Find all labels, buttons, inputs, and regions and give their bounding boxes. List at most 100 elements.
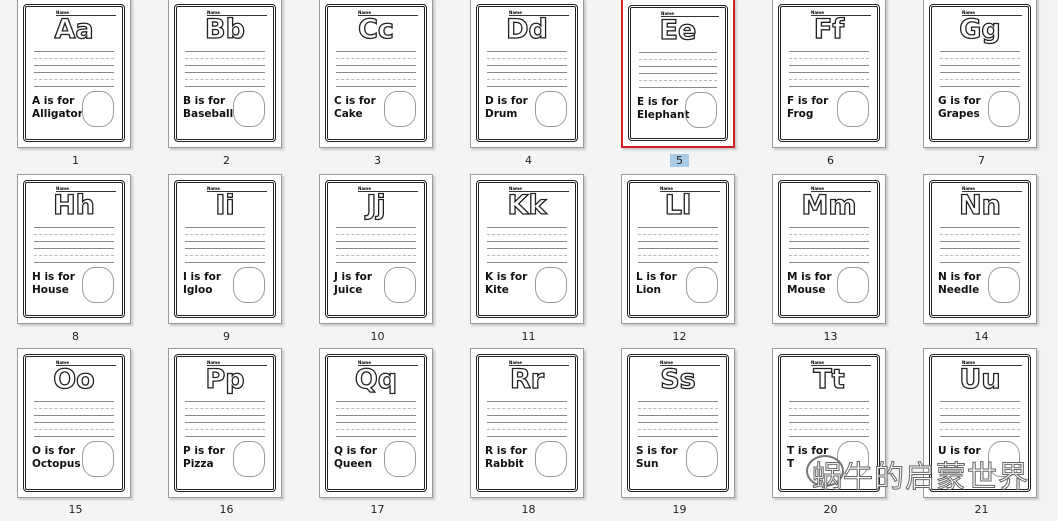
page-preview[interactable]: Name Mm M is for Mouse [772, 174, 886, 324]
worksheet-border: Name Qq Q is for Queen [325, 354, 427, 492]
page-number[interactable]: 14 [906, 330, 1057, 343]
illustration-icon [233, 267, 265, 303]
page-number[interactable]: 12 [604, 330, 755, 343]
caption-word: Sun [636, 458, 659, 470]
letter-pair: Qq [354, 364, 398, 395]
caption-line: P is for [183, 445, 225, 457]
caption: N is for Needle [938, 271, 981, 297]
page-preview[interactable]: Name Qq Q is for Queen [319, 348, 433, 498]
page-preview[interactable]: Name Nn N is for Needle [923, 174, 1037, 324]
page-number[interactable]: 18 [453, 503, 604, 516]
caption-word: Igloo [183, 284, 213, 296]
caption-line: Q is for [334, 445, 378, 457]
caption-line: J is for [334, 271, 373, 283]
caption: S is for Sun [636, 445, 678, 471]
page-preview[interactable]: Name Ii I is for Igloo [168, 174, 282, 324]
illustration-icon [233, 441, 265, 477]
page-preview[interactable]: Name Ss S is for Sun [621, 348, 735, 498]
worksheet-border: Name Nn N is for Needle [929, 180, 1031, 318]
caption: M is for Mouse [787, 271, 832, 297]
letter-pair: Pp [205, 364, 245, 395]
caption-line: L is for [636, 271, 677, 283]
illustration-icon [82, 441, 114, 477]
page-preview[interactable]: Name Oo O is for Octopus [17, 348, 131, 498]
tracing-lines [34, 401, 114, 437]
caption: Q is for Queen [334, 445, 377, 471]
caption-line: S is for [636, 445, 678, 457]
caption-word: Pizza [183, 458, 214, 470]
tracing-lines [336, 401, 416, 437]
caption-word: Kite [485, 284, 509, 296]
page-number[interactable]: 8 [0, 330, 151, 343]
worksheet-border: Name Rr R is for Rabbit [476, 354, 578, 492]
illustration-icon [535, 441, 567, 477]
caption-line: O is for [32, 445, 76, 457]
page-thumbnail-16[interactable]: Name Pp P is for Pizza 16 [151, 0, 302, 516]
page-thumbnail-20[interactable]: Name Tt T is for T 20 [755, 0, 906, 516]
page-preview[interactable]: Name Ll L is for Lion [621, 174, 735, 324]
caption-line: H is for [32, 271, 75, 283]
caption-word: Juice [334, 284, 363, 296]
illustration-icon [384, 267, 416, 303]
page-number[interactable]: 15 [0, 503, 151, 516]
page-preview[interactable]: Name Pp P is for Pizza [168, 348, 282, 498]
letter-pair: Oo [53, 364, 96, 395]
page-number[interactable]: 16 [151, 503, 302, 516]
page-preview[interactable]: Name Kk K is for Kite [470, 174, 584, 324]
page-number[interactable]: 11 [453, 330, 604, 343]
caption-word: Lion [636, 284, 661, 296]
illustration-icon [82, 267, 114, 303]
letter-pair: Tt [813, 364, 846, 395]
worksheet-border: Name Hh H is for House [23, 180, 125, 318]
caption-line: I is for [183, 271, 222, 283]
tracing-lines [940, 227, 1020, 263]
caption-word: Needle [938, 284, 980, 296]
worksheet-border: Name Jj J is for Juice [325, 180, 427, 318]
caption-word: House [32, 284, 69, 296]
page-thumbnail-15[interactable]: Name Oo O is for Octopus 15 [0, 0, 151, 516]
caption: K is for Kite [485, 271, 527, 297]
page-thumbnail-19[interactable]: Name Ss S is for Sun 19 [604, 0, 755, 516]
tracing-lines [34, 227, 114, 263]
worksheet-border: Name Ll L is for Lion [627, 180, 729, 318]
page-thumbnail-17[interactable]: Name Qq Q is for Queen 17 [302, 0, 453, 516]
page-number[interactable]: 9 [151, 330, 302, 343]
caption: L is for Lion [636, 271, 677, 297]
caption: P is for Pizza [183, 445, 225, 471]
letter-pair: Uu [959, 364, 1001, 395]
page-number[interactable]: 19 [604, 503, 755, 516]
tracing-lines [638, 227, 718, 263]
tracing-lines [185, 401, 265, 437]
page-thumbnail-18[interactable]: Name Rr R is for Rabbit 18 [453, 0, 604, 516]
page-preview[interactable]: Name Rr R is for Rabbit [470, 348, 584, 498]
caption-line: K is for [485, 271, 528, 283]
illustration-icon [535, 267, 567, 303]
letter-pair: Ss [660, 364, 697, 395]
illustration-icon [686, 267, 718, 303]
caption: I is for Igloo [183, 271, 221, 297]
page-preview[interactable]: Name Jj J is for Juice [319, 174, 433, 324]
illustration-icon [837, 267, 869, 303]
worksheet-border: Name Mm M is for Mouse [778, 180, 880, 318]
tracing-lines [487, 227, 567, 263]
page-number[interactable]: 17 [302, 503, 453, 516]
page-number[interactable]: 21 [906, 503, 1057, 516]
page-number[interactable]: 13 [755, 330, 906, 343]
page-preview[interactable]: Name Hh H is for House [17, 174, 131, 324]
illustration-icon [686, 441, 718, 477]
letter-pair: Kk [507, 190, 547, 221]
caption-word: Queen [334, 458, 373, 470]
page-thumbnail-21[interactable]: Name Uu U is for 21 [906, 0, 1057, 516]
page-number[interactable]: 10 [302, 330, 453, 343]
illustration-icon [384, 441, 416, 477]
letter-pair: Ii [215, 190, 236, 221]
caption-line: R is for [485, 445, 528, 457]
letter-pair: Hh [52, 190, 95, 221]
caption-word: Octopus [32, 458, 81, 470]
caption: J is for Juice [334, 271, 372, 297]
caption-line: M is for [787, 271, 832, 283]
page-number[interactable]: 20 [755, 503, 906, 516]
caption-word: Rabbit [485, 458, 524, 470]
worksheet-border: Name Ss S is for Sun [627, 354, 729, 492]
worksheet-border: Name Kk K is for Kite [476, 180, 578, 318]
